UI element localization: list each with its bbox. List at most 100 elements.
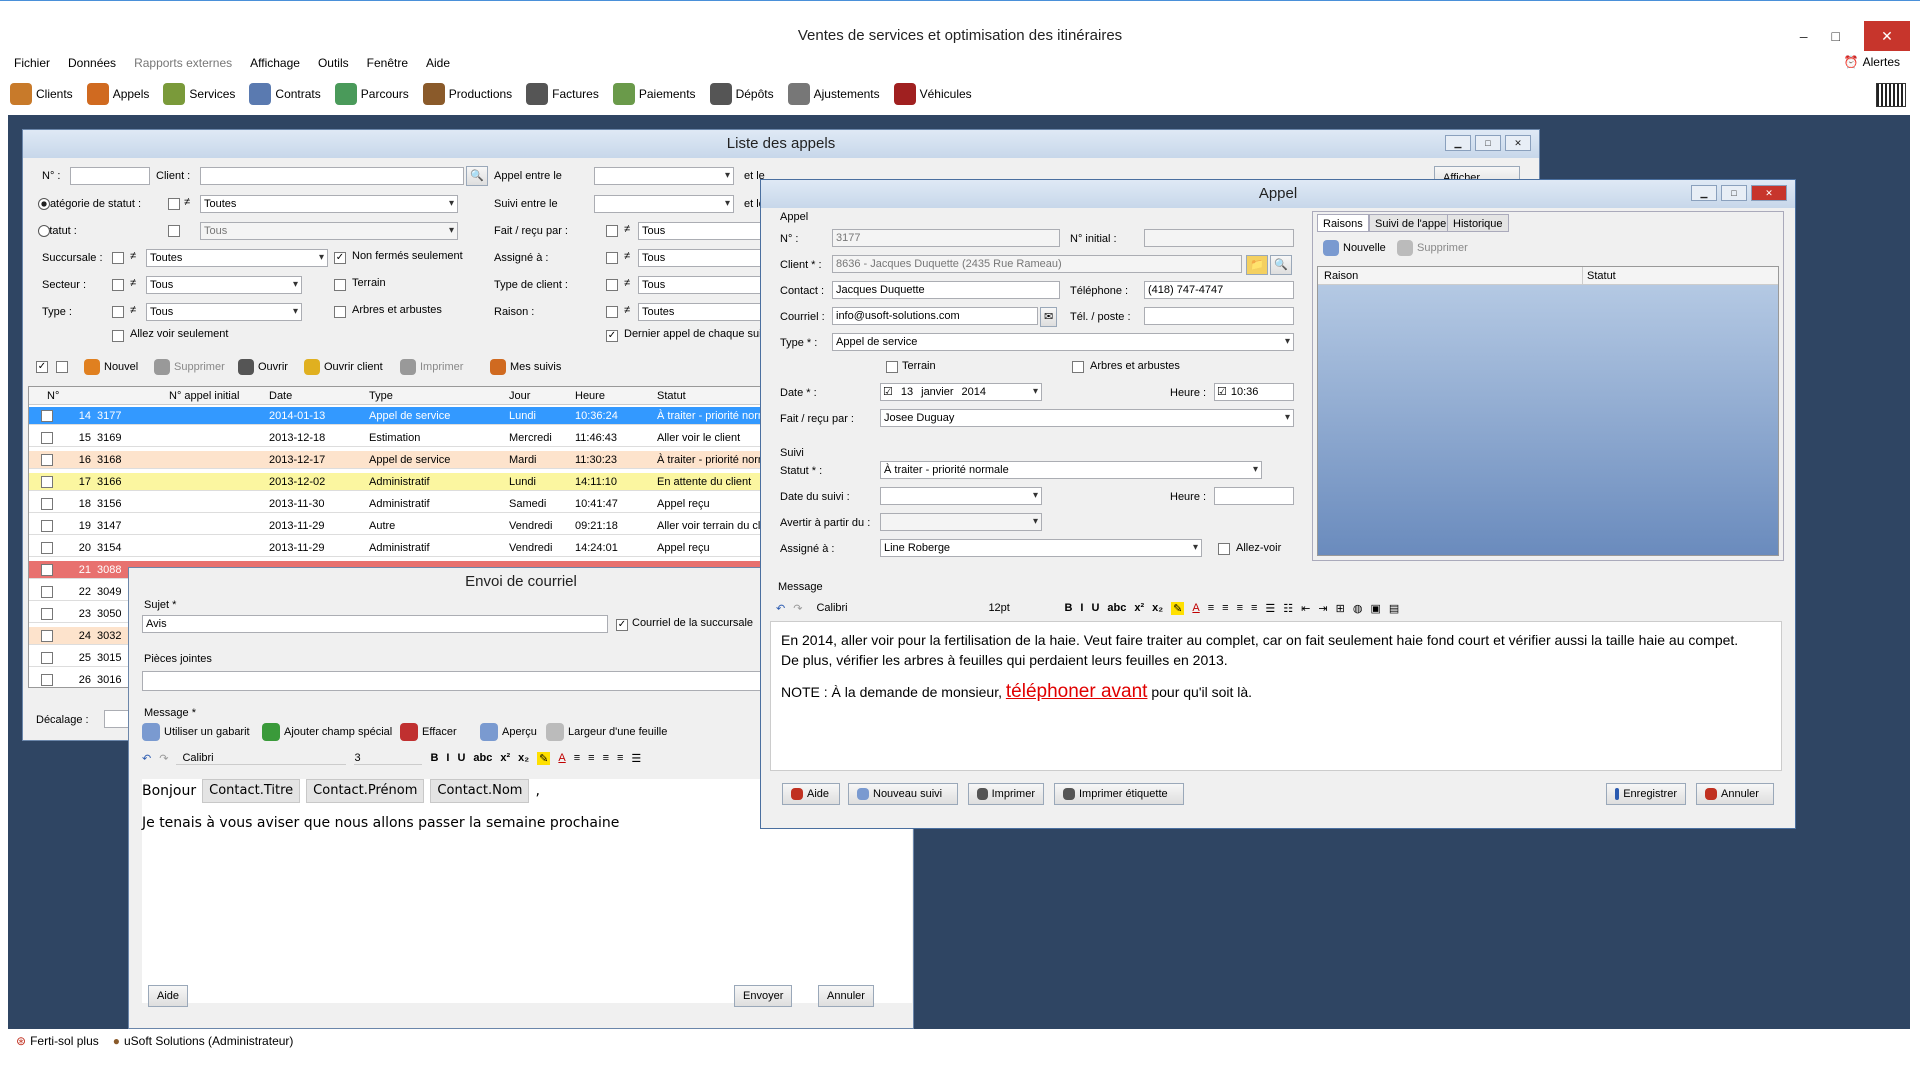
statut-select[interactable]: Tous bbox=[200, 222, 458, 240]
bullets-icon[interactable]: ☰ bbox=[631, 752, 641, 765]
format-tool-10-icon[interactable]: ▣ bbox=[1370, 602, 1380, 615]
close-button[interactable]: ✕ bbox=[1751, 185, 1787, 201]
format-tool-3-icon[interactable]: ≡ bbox=[1251, 602, 1257, 614]
supprimer-raison-button[interactable]: Supprimer bbox=[1397, 240, 1468, 256]
row-checkbox[interactable] bbox=[41, 608, 53, 620]
format-italic-icon[interactable]: I bbox=[446, 752, 449, 764]
tool-button[interactable]: Aperçu bbox=[480, 721, 537, 743]
format-tool-8-icon[interactable]: ⊞ bbox=[1336, 602, 1345, 615]
align-right-icon[interactable]: ≡ bbox=[603, 752, 609, 764]
menu-item[interactable]: Aide bbox=[426, 56, 450, 70]
courriel-input[interactable]: info@usoft-solutions.com bbox=[832, 307, 1038, 325]
column-header[interactable]: Statut bbox=[653, 387, 767, 405]
tool-button[interactable]: Effacer bbox=[400, 721, 457, 743]
minimize-button[interactable]: – bbox=[1800, 21, 1808, 51]
close-button[interactable]: ✕ bbox=[1505, 135, 1531, 151]
close-button[interactable]: ✕ bbox=[1864, 21, 1910, 51]
align-left-icon[interactable]: ≡ bbox=[574, 752, 580, 764]
appel-aide-button[interactable]: Aide bbox=[782, 783, 840, 805]
column-header[interactable]: N° appel initial bbox=[165, 387, 265, 405]
menu-item[interactable]: Fenêtre bbox=[367, 56, 408, 70]
row-checkbox[interactable] bbox=[41, 476, 53, 488]
succursale-select[interactable]: Toutes bbox=[146, 249, 328, 267]
telephone-input[interactable]: (418) 747-4747 bbox=[1144, 281, 1294, 299]
heure-checkbox[interactable]: ☑ bbox=[1217, 384, 1227, 400]
client-search-button[interactable]: 🔍 bbox=[466, 166, 488, 186]
no-input[interactable] bbox=[70, 167, 150, 185]
maximize-button[interactable]: □ bbox=[1475, 135, 1501, 151]
format-underline-icon[interactable]: U bbox=[1091, 602, 1099, 614]
toolbar-services-button[interactable]: Services bbox=[163, 83, 235, 105]
table-row[interactable]: 16 3168 2013-12-17 Appel de service Mardi 11:… bbox=[29, 451, 767, 469]
courriel-succursale-checkbox[interactable] bbox=[616, 619, 628, 631]
highlight-icon[interactable]: ✎ bbox=[1171, 601, 1185, 615]
appel-date-from[interactable] bbox=[594, 167, 734, 185]
tab-raisons[interactable]: Raisons bbox=[1317, 214, 1369, 232]
format-superscript-icon[interactable]: x² bbox=[500, 752, 510, 764]
format-superscript-icon[interactable]: x² bbox=[1134, 602, 1144, 614]
client-input[interactable] bbox=[200, 167, 464, 185]
format-tool-7-icon[interactable]: ⇥ bbox=[1318, 602, 1327, 615]
minimize-button[interactable]: ▁ bbox=[1445, 135, 1471, 151]
sujet-input[interactable]: Avis bbox=[142, 615, 608, 633]
appel-imprimer-etiquette-button[interactable]: Imprimer étiquette bbox=[1054, 783, 1184, 805]
terrain-checkbox[interactable] bbox=[886, 361, 898, 373]
nouvelle-raison-button[interactable]: Nouvelle bbox=[1323, 240, 1386, 256]
categorie-not-checkbox[interactable] bbox=[168, 198, 180, 210]
toolbar-véhicules-button[interactable]: Véhicules bbox=[893, 83, 972, 105]
select-all-checkbox[interactable] bbox=[36, 361, 48, 373]
action-ouvrir-client-button[interactable]: Ouvrir client bbox=[304, 356, 383, 378]
row-checkbox[interactable] bbox=[41, 410, 53, 422]
suivi-date-from[interactable] bbox=[594, 195, 734, 213]
action-imprimer-button[interactable]: Imprimer bbox=[400, 356, 463, 378]
tab-suivi[interactable]: Suivi de l'appel bbox=[1369, 214, 1455, 232]
row-checkbox[interactable] bbox=[41, 630, 53, 642]
menu-item[interactable]: Affichage bbox=[250, 56, 300, 70]
toolbar-ajustements-button[interactable]: Ajustements bbox=[787, 83, 880, 105]
statut-not-checkbox[interactable] bbox=[168, 225, 180, 237]
allez-voir-checkbox[interactable] bbox=[112, 330, 124, 342]
format-tool-5-icon[interactable]: ☷ bbox=[1283, 602, 1293, 615]
assigne-not-checkbox[interactable] bbox=[606, 252, 618, 264]
table-row[interactable]: 19 3147 2013-11-29 Autre Vendredi 09:21:18 All… bbox=[29, 517, 767, 535]
table-row[interactable]: 15 3169 2013-12-18 Estimation Mercredi 11:46:… bbox=[29, 429, 767, 447]
secteur-select[interactable]: Tous bbox=[146, 276, 302, 294]
format-tool-9-icon[interactable]: ◍ bbox=[1353, 602, 1363, 615]
tab-historique[interactable]: Historique bbox=[1447, 214, 1509, 232]
no-input[interactable]: 3177 bbox=[832, 229, 1060, 247]
type-client-not-checkbox[interactable] bbox=[606, 279, 618, 291]
redo-icon[interactable]: ↷ bbox=[159, 752, 168, 765]
date-suivi-picker[interactable] bbox=[880, 487, 1042, 505]
format-tool-0-icon[interactable]: ≡ bbox=[1208, 602, 1214, 614]
raison-not-checkbox[interactable] bbox=[606, 306, 618, 318]
barcode-icon[interactable] bbox=[1876, 83, 1906, 107]
no-initial-input[interactable] bbox=[1144, 229, 1294, 247]
redo-icon[interactable]: ↷ bbox=[793, 602, 802, 615]
avertir-picker[interactable] bbox=[880, 513, 1042, 531]
categorie-radio[interactable] bbox=[38, 198, 50, 210]
minimize-button[interactable]: ▁ bbox=[1691, 185, 1717, 201]
row-checkbox[interactable] bbox=[41, 586, 53, 598]
format-bold-icon[interactable]: B bbox=[430, 752, 438, 764]
heure-suivi-input[interactable] bbox=[1214, 487, 1294, 505]
appel-annuler-button[interactable]: Annuler bbox=[1696, 783, 1774, 805]
aide-button[interactable]: Aide bbox=[148, 985, 189, 1007]
format-tool-2-icon[interactable]: ≡ bbox=[1237, 602, 1243, 614]
highlight-icon[interactable]: ✎ bbox=[537, 751, 551, 765]
non-fermes-checkbox[interactable] bbox=[334, 252, 346, 264]
statut-select[interactable]: À traiter - priorité normale bbox=[880, 461, 1262, 479]
action-supprimer-button[interactable]: Supprimer bbox=[154, 356, 225, 378]
toolbar-factures-button[interactable]: Factures bbox=[526, 83, 599, 105]
menu-item[interactable]: Outils bbox=[318, 56, 349, 70]
arbres-checkbox[interactable] bbox=[334, 306, 346, 318]
special-field-tag[interactable]: Contact.Nom bbox=[430, 779, 530, 803]
row-checkbox[interactable] bbox=[41, 520, 53, 532]
heure-input[interactable]: ☑ 10:36 bbox=[1214, 383, 1294, 401]
menu-item[interactable]: Rapports externes bbox=[134, 56, 232, 70]
row-checkbox[interactable] bbox=[41, 542, 53, 554]
action-ouvrir-button[interactable]: Ouvrir bbox=[238, 356, 288, 378]
dernier-appel-checkbox[interactable] bbox=[606, 330, 618, 342]
allez-voir-checkbox[interactable] bbox=[1218, 543, 1230, 555]
format-tool-1-icon[interactable]: ≡ bbox=[1222, 602, 1228, 614]
terrain-checkbox[interactable] bbox=[334, 279, 346, 291]
